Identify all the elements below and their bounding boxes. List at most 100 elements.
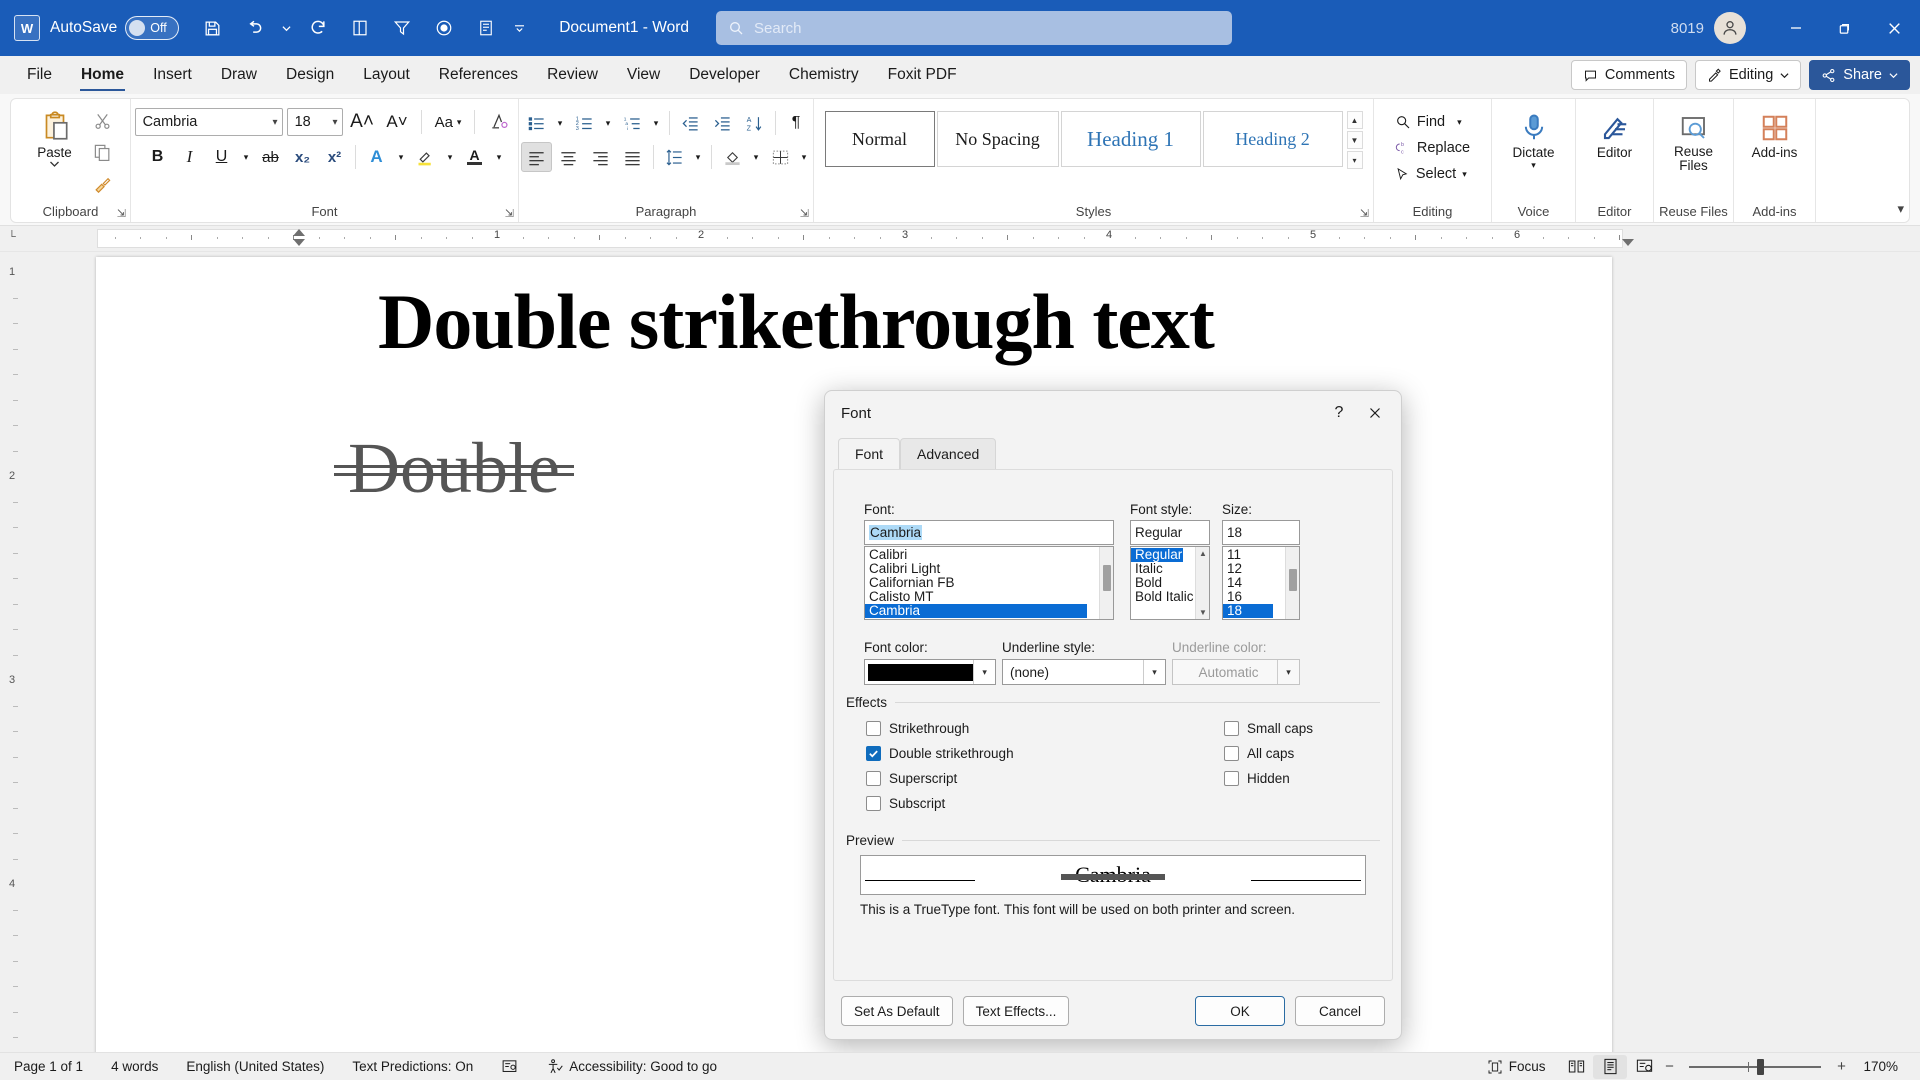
page-indicator[interactable]: Page 1 of 1: [0, 1059, 97, 1074]
avatar[interactable]: [1714, 12, 1746, 44]
font-style-item-selected[interactable]: Regular: [1131, 548, 1183, 562]
tab-font[interactable]: Font: [838, 438, 900, 469]
text-effects-button[interactable]: A: [361, 142, 392, 172]
style-heading-2[interactable]: Heading 2: [1203, 111, 1343, 167]
multilevel-list-button[interactable]: 1ai: [617, 108, 648, 138]
close-button[interactable]: [1868, 0, 1920, 56]
hanging-indent-marker[interactable]: [293, 239, 305, 246]
underline-dropdown-caret-icon[interactable]: ▾: [238, 142, 254, 172]
tab-draw[interactable]: Draw: [208, 61, 270, 89]
borders-caret-icon[interactable]: ▾: [797, 142, 812, 172]
dictate-button[interactable]: Dictate ▾: [1503, 110, 1565, 171]
text-effects-caret-icon[interactable]: ▾: [393, 142, 409, 172]
cancel-button[interactable]: Cancel: [1295, 996, 1385, 1026]
zoom-out-button[interactable]: −: [1661, 1058, 1677, 1075]
size-list-item-selected[interactable]: 18: [1223, 604, 1273, 618]
web-layout-button[interactable]: [1627, 1055, 1661, 1079]
text-predictions-indicator[interactable]: Text Predictions: On: [338, 1059, 487, 1074]
change-case-button[interactable]: Aa ▾: [430, 107, 467, 137]
open-file-icon[interactable]: [343, 11, 377, 45]
show-formatting-marks-button[interactable]: ¶: [781, 108, 812, 138]
record-icon[interactable]: [427, 11, 461, 45]
align-right-button[interactable]: [585, 142, 616, 172]
addins-button[interactable]: Add-ins: [1744, 110, 1806, 160]
tab-references[interactable]: References: [426, 61, 531, 89]
strikethrough-button[interactable]: ab: [255, 142, 286, 172]
text-effects-button[interactable]: Text Effects...: [963, 996, 1070, 1026]
font-color-combo[interactable]: ▾: [864, 659, 996, 685]
zoom-slider-thumb[interactable]: [1757, 1059, 1764, 1075]
subscript-button[interactable]: x₂: [287, 142, 318, 172]
shading-caret-icon[interactable]: ▾: [749, 142, 764, 172]
chevron-down-icon[interactable]: ▾: [973, 660, 995, 684]
comments-button[interactable]: Comments: [1571, 60, 1687, 90]
scroll-down-arrow-icon[interactable]: ▼: [1196, 606, 1210, 619]
justify-button[interactable]: [617, 142, 648, 172]
tab-chemistry[interactable]: Chemistry: [776, 61, 872, 89]
highlight-button[interactable]: [410, 142, 441, 172]
styles-scroll-up-button[interactable]: ▲: [1347, 111, 1363, 129]
close-icon[interactable]: [1357, 397, 1393, 429]
find-button[interactable]: Find ▾: [1391, 109, 1474, 135]
font-color-caret-icon[interactable]: ▾: [491, 142, 507, 172]
tab-insert[interactable]: Insert: [140, 61, 205, 89]
align-center-button[interactable]: [553, 142, 584, 172]
shading-button[interactable]: [717, 142, 748, 172]
tab-developer[interactable]: Developer: [676, 61, 773, 89]
font-list-item[interactable]: Calisto MT: [865, 590, 1113, 604]
ok-button[interactable]: OK: [1195, 996, 1285, 1026]
editing-mode-button[interactable]: Editing: [1695, 60, 1801, 90]
font-style-input[interactable]: Regular: [1130, 520, 1210, 545]
zoom-in-button[interactable]: +: [1833, 1058, 1849, 1075]
print-preview-icon[interactable]: [469, 11, 503, 45]
highlight-caret-icon[interactable]: ▾: [442, 142, 458, 172]
checkbox-all-caps[interactable]: All caps: [1224, 743, 1394, 763]
right-indent-marker[interactable]: [1622, 239, 1634, 246]
checkbox-box[interactable]: [866, 721, 881, 736]
checkbox-box[interactable]: [866, 796, 881, 811]
shrink-font-button[interactable]: A˅: [382, 107, 413, 137]
line-spacing-button[interactable]: [659, 142, 690, 172]
styles-more-button[interactable]: ▾: [1347, 151, 1363, 169]
sort-button[interactable]: AZ: [739, 108, 770, 138]
paragraph-dialog-launcher[interactable]: ⇲: [800, 207, 809, 220]
increase-indent-button[interactable]: [707, 108, 738, 138]
share-button[interactable]: Share: [1809, 60, 1910, 90]
font-list-item[interactable]: Calibri Light: [865, 562, 1113, 576]
undo-dropdown-caret-icon[interactable]: [279, 11, 293, 45]
numbering-button[interactable]: 123: [569, 108, 600, 138]
checkbox-strikethrough[interactable]: Strikethrough: [866, 718, 1126, 738]
filter-icon[interactable]: [385, 11, 419, 45]
tab-foxit-pdf[interactable]: Foxit PDF: [875, 61, 970, 89]
tab-layout[interactable]: Layout: [350, 61, 423, 89]
underline-style-combo[interactable]: (none) ▾: [1002, 659, 1166, 685]
save-icon[interactable]: [195, 11, 229, 45]
zoom-slider[interactable]: [1689, 1066, 1821, 1068]
checkbox-superscript[interactable]: Superscript: [866, 768, 1126, 788]
borders-button[interactable]: [765, 142, 796, 172]
font-color-button[interactable]: A: [459, 142, 490, 172]
line-spacing-caret-icon[interactable]: ▾: [691, 142, 706, 172]
collapse-ribbon-button[interactable]: ▾: [1897, 201, 1904, 217]
scrollbar-thumb[interactable]: [1289, 569, 1297, 591]
redo-icon[interactable]: [301, 11, 335, 45]
style-heading-1[interactable]: Heading 1: [1061, 111, 1201, 167]
tab-view[interactable]: View: [614, 61, 673, 89]
checkbox-small-caps[interactable]: Small caps: [1224, 718, 1394, 738]
proofing-status-button[interactable]: [487, 1058, 532, 1075]
size-list-scrollbar[interactable]: [1285, 547, 1299, 619]
font-size-combo[interactable]: 18 ▾: [287, 108, 343, 136]
set-as-default-button[interactable]: Set As Default: [841, 996, 953, 1026]
checkbox-double-strikethrough[interactable]: Double strikethrough: [866, 743, 1126, 763]
clear-formatting-button[interactable]: [483, 107, 514, 137]
font-style-list[interactable]: Regular Italic Bold Bold Italic ▲ ▼: [1130, 546, 1210, 620]
font-dialog-launcher[interactable]: ⇲: [505, 207, 514, 220]
tab-file[interactable]: File: [14, 61, 65, 89]
read-mode-button[interactable]: [1559, 1055, 1593, 1079]
font-list-scrollbar[interactable]: [1099, 547, 1113, 619]
print-layout-button[interactable]: [1593, 1055, 1627, 1079]
tab-review[interactable]: Review: [534, 61, 611, 89]
checkbox-hidden[interactable]: Hidden: [1224, 768, 1394, 788]
bullets-button[interactable]: [521, 108, 552, 138]
undo-icon[interactable]: [237, 11, 271, 45]
